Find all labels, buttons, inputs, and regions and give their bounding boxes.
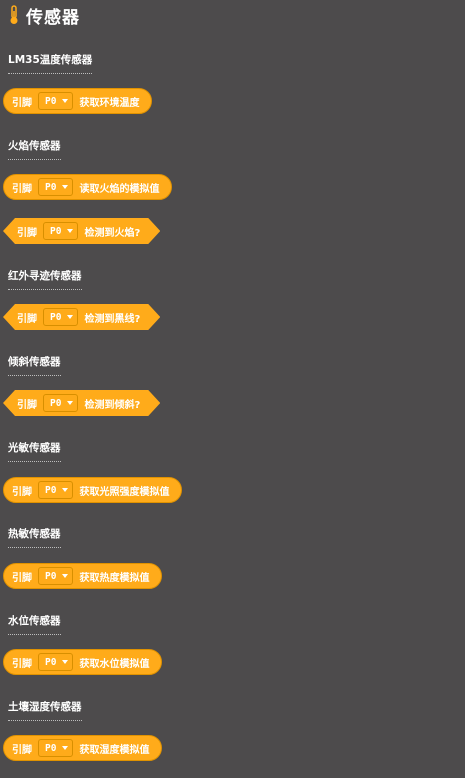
pin-label: 引脚 <box>12 97 32 109</box>
chevron-down-icon <box>62 488 69 492</box>
chevron-down-icon <box>62 185 69 189</box>
block-text: 读取火焰的模拟值 <box>79 183 160 195</box>
pin-label: 引脚 <box>17 399 37 411</box>
section-label-ir-tracking: 红外寻迹传感器 <box>8 268 82 290</box>
pin-dropdown[interactable]: P0 <box>43 394 78 412</box>
pin-label: 引脚 <box>12 486 32 498</box>
pin-label: 引脚 <box>17 313 37 325</box>
pin-label: 引脚 <box>12 183 32 195</box>
pin-dropdown[interactable]: P0 <box>43 222 78 240</box>
block-moisture-analog[interactable]: 引脚 P0 获取湿度模拟值 <box>3 735 163 761</box>
section-label-soil-moisture: 土壤湿度传感器 <box>8 699 82 721</box>
pin-label: 引脚 <box>17 227 37 239</box>
block-water-level-analog[interactable]: 引脚 P0 获取水位模拟值 <box>3 649 163 675</box>
section-label-thermistor: 热敏传感器 <box>8 526 61 548</box>
pin-value: P0 <box>50 397 62 409</box>
pin-value: P0 <box>45 484 57 496</box>
pin-value: P0 <box>45 570 57 582</box>
pin-dropdown[interactable]: P0 <box>38 92 74 110</box>
block-flame-read-analog[interactable]: 引脚 P0 读取火焰的模拟值 <box>3 174 173 200</box>
block-text: 获取水位模拟值 <box>79 658 150 670</box>
block-text: 检测到倾斜? <box>84 399 141 411</box>
pin-dropdown[interactable]: P0 <box>38 739 74 757</box>
pin-value: P0 <box>45 181 57 193</box>
chevron-down-icon <box>62 746 69 750</box>
pin-dropdown[interactable]: P0 <box>38 653 74 671</box>
thermometer-icon <box>10 5 18 24</box>
pin-value: P0 <box>45 656 57 668</box>
block-text: 检测到黑线? <box>84 313 141 325</box>
block-tilt-detected[interactable]: 引脚 P0 检测到倾斜? <box>3 390 160 416</box>
chevron-down-icon <box>67 401 73 405</box>
block-text: 获取环境温度 <box>79 97 140 109</box>
chevron-down-icon <box>62 660 69 664</box>
block-black-line-detected[interactable]: 引脚 P0 检测到黑线? <box>3 304 160 330</box>
pin-dropdown[interactable]: P0 <box>38 481 74 499</box>
pin-dropdown[interactable]: P0 <box>38 567 74 585</box>
pin-value: P0 <box>45 742 57 754</box>
chevron-down-icon <box>62 574 69 578</box>
pin-dropdown[interactable]: P0 <box>38 178 74 196</box>
block-heat-analog[interactable]: 引脚 P0 获取热度模拟值 <box>3 563 163 589</box>
block-flame-detected[interactable]: 引脚 P0 检测到火焰? <box>3 218 160 244</box>
block-text: 获取光照强度模拟值 <box>79 486 170 498</box>
section-label-flame: 火焰传感器 <box>8 138 61 160</box>
category-header: 传感器 <box>8 4 80 28</box>
chevron-down-icon <box>67 229 73 233</box>
block-text: 获取热度模拟值 <box>79 572 150 584</box>
chevron-down-icon <box>62 99 69 103</box>
chevron-down-icon <box>67 315 73 319</box>
block-light-intensity[interactable]: 引脚 P0 获取光照强度模拟值 <box>3 477 183 503</box>
block-lm35-get-temperature[interactable]: 引脚 P0 获取环境温度 <box>3 88 153 114</box>
pin-dropdown[interactable]: P0 <box>43 308 78 326</box>
section-label-lm35: LM35温度传感器 <box>8 52 93 74</box>
section-label-light: 光敏传感器 <box>8 440 61 462</box>
block-text: 获取湿度模拟值 <box>79 744 150 756</box>
pin-label: 引脚 <box>12 658 32 670</box>
pin-value: P0 <box>45 95 57 107</box>
pin-value: P0 <box>50 311 62 323</box>
pin-label: 引脚 <box>12 744 32 756</box>
section-label-water-level: 水位传感器 <box>8 613 61 635</box>
category-title: 传感器 <box>26 7 80 28</box>
pin-value: P0 <box>50 225 62 237</box>
block-text: 检测到火焰? <box>84 227 141 239</box>
section-label-tilt: 倾斜传感器 <box>8 354 61 376</box>
pin-label: 引脚 <box>12 572 32 584</box>
